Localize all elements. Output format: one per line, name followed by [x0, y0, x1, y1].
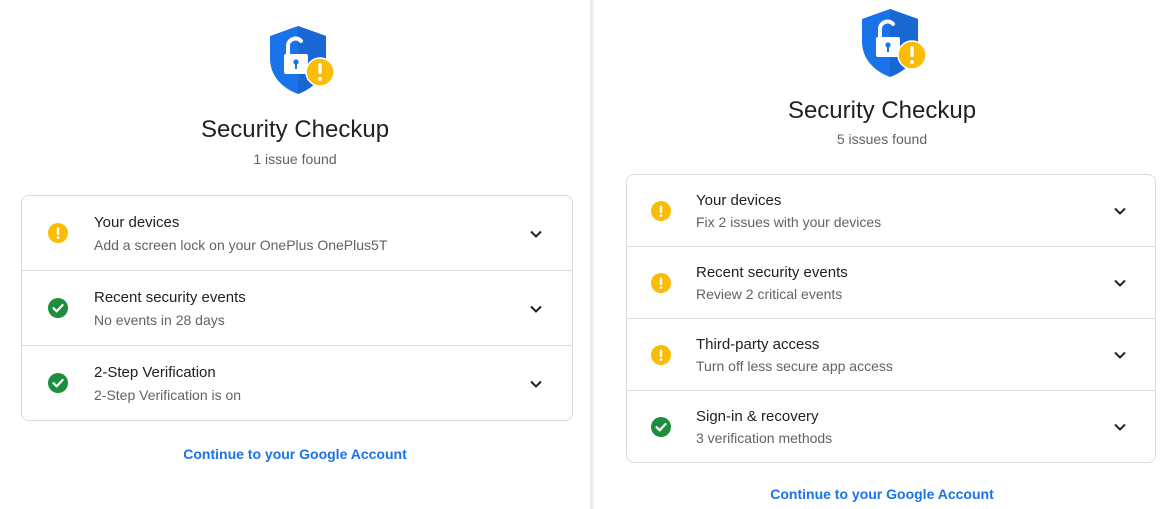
item-title: Your devices [696, 192, 782, 209]
item-description: 2-Step Verification is on [94, 387, 242, 403]
item-description: Review 2 critical events [696, 286, 843, 302]
shield-lock-warning-icon [862, 9, 927, 77]
chevron-down-icon[interactable] [1112, 275, 1128, 291]
chevron-down-icon[interactable] [528, 376, 544, 392]
checkup-item-third-party-access[interactable]: Third-party access Turn off less secure … [627, 319, 1155, 391]
issues-count: 5 issues found [836, 131, 928, 147]
item-description: Add a screen lock on your OnePlus OnePlu… [94, 237, 388, 253]
chevron-down-icon[interactable] [528, 226, 544, 242]
continue-to-google-account-link[interactable]: Continue to your Google Account [0, 446, 590, 462]
item-description: Fix 2 issues with your devices [696, 214, 882, 230]
item-title: 2-Step Verification [94, 364, 216, 381]
page-title: Security Checkup [787, 97, 977, 124]
check-icon [48, 373, 68, 393]
chevron-down-icon[interactable] [1112, 347, 1128, 363]
issues-count: 1 issue found [253, 151, 337, 167]
item-title: Sign-in & recovery [696, 408, 819, 425]
check-icon [651, 417, 671, 437]
continue-to-google-account-link[interactable]: Continue to your Google Account [594, 486, 1170, 502]
security-checkup-panel-left: Security Checkup 1 issue found Your devi… [0, 0, 590, 509]
screenshot-stage: Security Checkup 1 issue found Your devi… [0, 0, 1170, 509]
checkup-item-recent-security-events[interactable]: Recent security events Review 2 critical… [627, 247, 1155, 319]
shield-lock-warning-icon [270, 26, 335, 94]
warning-icon [48, 223, 68, 243]
page-title: Security Checkup [200, 116, 390, 143]
item-title: Third-party access [696, 336, 820, 353]
checkup-item-your-devices[interactable]: Your devices Fix 2 issues with your devi… [627, 175, 1155, 247]
checkup-item-your-devices[interactable]: Your devices Add a screen lock on your O… [22, 196, 572, 271]
checkup-item-recent-security-events[interactable]: Recent security events No events in 28 d… [22, 271, 572, 346]
item-title: Recent security events [696, 264, 848, 281]
item-title: Your devices [94, 214, 180, 231]
chevron-down-icon[interactable] [1112, 419, 1128, 435]
chevron-down-icon[interactable] [1112, 203, 1128, 219]
security-checkup-panel-right: Security Checkup 5 issues found Your dev… [594, 0, 1170, 509]
item-description: 3 verification methods [696, 430, 833, 446]
checkup-card: Your devices Fix 2 issues with your devi… [626, 174, 1156, 463]
item-description: No events in 28 days [94, 312, 225, 328]
checkup-item-sign-in-recovery[interactable]: Sign-in & recovery 3 verification method… [627, 391, 1155, 462]
warning-icon [651, 345, 671, 365]
item-description: Turn off less secure app access [696, 358, 893, 374]
chevron-down-icon[interactable] [528, 301, 544, 317]
warning-icon [651, 273, 671, 293]
checkup-card: Your devices Add a screen lock on your O… [21, 195, 573, 421]
check-icon [48, 298, 68, 318]
checkup-item-2-step-verification[interactable]: 2-Step Verification 2-Step Verification … [22, 346, 572, 420]
item-title: Recent security events [94, 289, 246, 306]
warning-icon [651, 201, 671, 221]
